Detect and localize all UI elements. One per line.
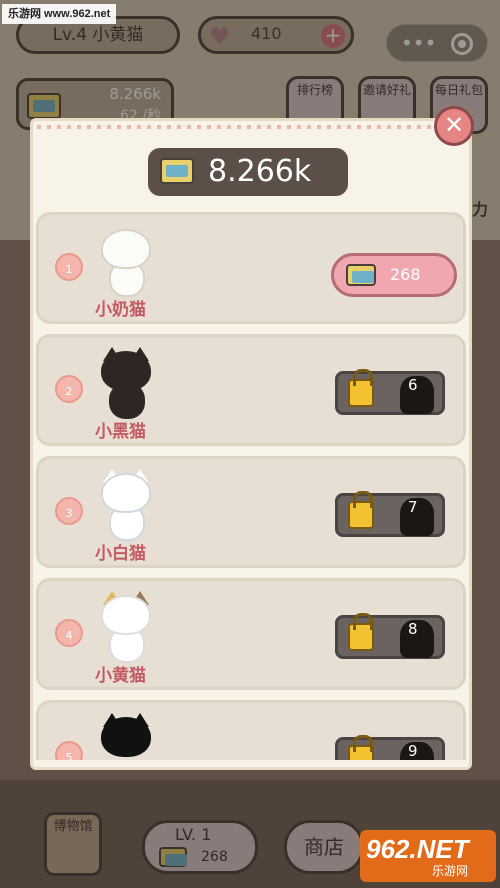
black-cat-image — [97, 347, 155, 419]
cat-food-can-icon — [346, 264, 376, 286]
cat-price: 268 — [390, 265, 421, 284]
paw-index-icon: 3 — [55, 497, 83, 525]
lock-icon — [348, 491, 374, 529]
paw-index-icon: 1 — [55, 253, 83, 281]
list-item: 5 9 — [36, 700, 466, 760]
calico-cat-image — [97, 591, 155, 663]
locked-cat-button[interactable]: 6 — [335, 369, 445, 415]
list-item: 2 小黑猫 6 — [36, 334, 466, 446]
cat-name: 小奶猫 — [95, 300, 146, 320]
lock-icon — [348, 613, 374, 651]
white-cat-image — [97, 469, 155, 541]
lock-icon — [348, 735, 374, 760]
baby-cat-image — [97, 225, 155, 297]
close-icon[interactable]: ✕ — [434, 106, 474, 146]
cat-name: 小黄猫 — [95, 666, 146, 686]
modal-total-box: 8.266k — [148, 148, 348, 196]
list-item: 3 小白猫 7 — [36, 456, 466, 568]
watermark-logo-small: 乐游网 — [432, 864, 469, 878]
unlock-level: 7 — [408, 498, 418, 516]
hidden-cat-image — [97, 713, 155, 760]
locked-cat-button[interactable]: 7 — [335, 491, 445, 537]
watermark-top: 乐游网 www.962.net — [2, 4, 117, 24]
locked-cat-button[interactable]: 8 — [335, 613, 445, 659]
watermark-logo: 962.NET 乐游网 — [360, 830, 496, 882]
paw-index-icon: 2 — [55, 375, 83, 403]
paw-index-icon: 5 — [55, 741, 83, 760]
locked-cat-button[interactable]: 9 — [335, 735, 445, 760]
list-item: 1 小奶猫 268 — [36, 212, 466, 324]
unlock-level: 9 — [408, 742, 418, 760]
list-item: 4 小黄猫 8 — [36, 578, 466, 690]
cat-list[interactable]: 1 小奶猫 268 2 小黑猫 6 3 小白猫 7 4 小黄猫 8 5 9 — [36, 212, 466, 760]
unlock-level: 6 — [408, 376, 418, 394]
paw-index-icon: 4 — [55, 619, 83, 647]
unlock-level: 8 — [408, 620, 418, 638]
lock-icon — [348, 369, 374, 407]
modal-total-amount: 8.266k — [208, 154, 312, 189]
cat-food-can-icon — [160, 158, 194, 184]
cat-name: 小白猫 — [95, 544, 146, 564]
watermark-logo-big: 962.NET — [366, 834, 469, 864]
cat-name: 小黑猫 — [95, 422, 146, 442]
buy-cat-button[interactable]: 268 — [331, 253, 457, 297]
